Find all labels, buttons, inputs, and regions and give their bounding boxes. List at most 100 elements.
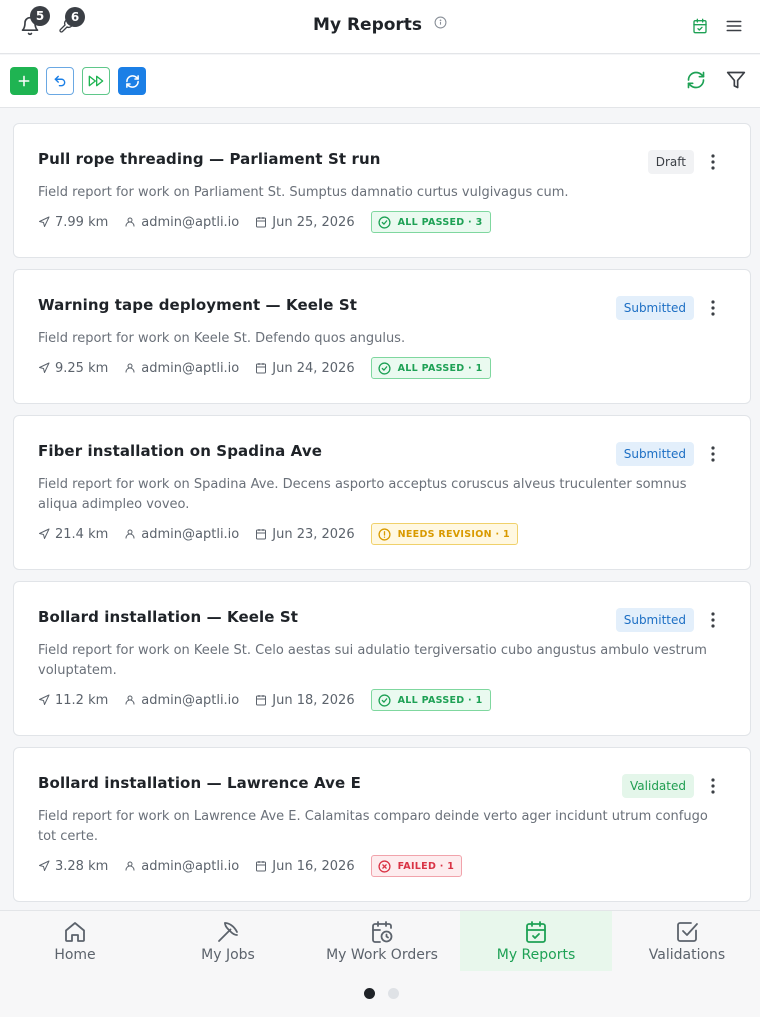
report-date: Jun 25, 2026 <box>255 215 355 230</box>
navigation-arrow-icon <box>39 860 50 871</box>
assignee: admin@aptli.io <box>124 693 239 708</box>
report-description: Field report for work on Keele St. Defen… <box>38 331 406 346</box>
refresh-icon <box>125 74 139 88</box>
hamburger-menu-icon <box>726 20 742 32</box>
calendar-clock-icon <box>372 921 393 943</box>
user-icon <box>125 529 135 539</box>
assignee: admin@aptli.io <box>124 859 239 874</box>
user-icon <box>125 217 135 227</box>
fast-forward-button[interactable] <box>82 67 110 95</box>
status-badge: Draft <box>647 150 694 174</box>
nav-item-home[interactable]: Home <box>0 911 150 971</box>
home-icon <box>65 922 85 942</box>
page-dot[interactable] <box>388 988 399 999</box>
report-date: Jun 24, 2026 <box>255 361 355 376</box>
toolbar <box>0 55 760 108</box>
report-card[interactable]: Bollard installation — Lawrence Ave E Va… <box>13 747 751 902</box>
more-options-button[interactable] <box>710 300 716 316</box>
calendar-icon <box>256 217 267 228</box>
menu-button[interactable] <box>722 14 746 38</box>
nav-item-my-reports[interactable]: My Reports <box>460 911 612 971</box>
kebab-menu-icon <box>711 446 715 462</box>
assignee: admin@aptli.io <box>124 527 239 542</box>
more-options-button[interactable] <box>710 446 716 462</box>
report-title: Bollard installation — Lawrence Ave E <box>38 774 361 792</box>
report-description: Field report for work on Lawrence Ave E.… <box>38 809 708 844</box>
calendar-check-icon <box>526 921 546 943</box>
user-icon <box>125 363 135 373</box>
more-options-button[interactable] <box>710 612 716 628</box>
report-description: Field report for work on Parliament St. … <box>38 185 569 200</box>
report-date: Jun 16, 2026 <box>255 859 355 874</box>
sync-button[interactable] <box>686 70 706 90</box>
kebab-menu-icon <box>711 300 715 316</box>
page-dot-active[interactable] <box>364 988 375 999</box>
distance: 21.4 km <box>38 527 108 542</box>
validation-badge[interactable]: NEEDS REVISION · 1 <box>370 523 518 545</box>
check-circle-icon <box>378 215 391 229</box>
validation-badge[interactable]: ALL PASSED · 1 <box>370 689 491 711</box>
more-options-button[interactable] <box>710 778 716 794</box>
nav-item-my-work-orders[interactable]: My Work Orders <box>307 911 457 971</box>
calendar-icon <box>256 363 267 374</box>
kebab-menu-icon <box>711 154 715 170</box>
status-badge: Submitted <box>615 296 694 320</box>
report-card[interactable]: Fiber installation on Spadina Ave Submit… <box>13 415 751 570</box>
alert-circle-icon <box>378 527 391 541</box>
validation-badge[interactable]: FAILED · 1 <box>370 855 463 877</box>
navigation-arrow-icon <box>39 362 50 373</box>
report-meta: 11.2 km admin@aptli.io Jun 18, 2026 ALL … <box>38 689 491 711</box>
report-date: Jun 18, 2026 <box>255 693 355 708</box>
status-badge: Submitted <box>615 442 694 466</box>
calendar-check-button[interactable] <box>688 14 712 38</box>
kebab-menu-icon <box>711 612 715 628</box>
validation-badge[interactable]: ALL PASSED · 3 <box>370 211 491 233</box>
report-card[interactable]: Bollard installation — Keele St Submitte… <box>13 581 751 736</box>
distance: 7.99 km <box>38 215 108 230</box>
nav-item-validations[interactable]: Validations <box>614 911 760 971</box>
calendar-icon <box>256 695 267 706</box>
report-meta: 21.4 km admin@aptli.io Jun 23, 2026 NEED… <box>38 523 518 545</box>
report-description: Field report for work on Spadina Ave. De… <box>38 477 687 512</box>
page-indicator <box>364 988 412 999</box>
undo-icon <box>54 75 66 87</box>
refresh-button[interactable] <box>118 67 146 95</box>
bottom-navigation: Home My Jobs My Work Orders My Reports V… <box>0 910 760 1017</box>
distance: 9.25 km <box>38 361 108 376</box>
info-icon[interactable] <box>434 14 447 34</box>
navigation-arrow-icon <box>39 528 50 539</box>
user-icon <box>125 861 135 871</box>
report-description: Field report for work on Keele St. Celo … <box>38 643 707 678</box>
app-header: 5 6 My Reports <box>0 0 760 54</box>
report-title: Pull rope threading — Parliament St run <box>38 150 381 168</box>
assignee: admin@aptli.io <box>124 361 239 376</box>
pickaxe-icon <box>218 922 238 942</box>
check-circle-icon <box>378 361 391 375</box>
filter-button[interactable] <box>726 70 746 90</box>
status-badge: Submitted <box>615 608 694 632</box>
report-meta: 9.25 km admin@aptli.io Jun 24, 2026 ALL … <box>38 357 491 379</box>
navigation-arrow-icon <box>39 216 50 227</box>
report-list: Pull rope threading — Parliament St run … <box>0 108 760 910</box>
navigation-arrow-icon <box>39 694 50 705</box>
check-circle-icon <box>378 693 391 707</box>
checkbox-icon <box>677 922 698 942</box>
sync-icon <box>687 71 705 89</box>
report-meta: 3.28 km admin@aptli.io Jun 16, 2026 FAIL… <box>38 855 463 877</box>
distance: 3.28 km <box>38 859 108 874</box>
report-card[interactable]: Warning tape deployment — Keele St Submi… <box>13 269 751 404</box>
distance: 11.2 km <box>38 693 108 708</box>
status-badge: Validated <box>622 774 694 798</box>
add-report-button[interactable] <box>10 67 38 95</box>
page-title: My Reports <box>313 15 423 35</box>
validation-badge[interactable]: ALL PASSED · 1 <box>370 357 491 379</box>
nav-item-my-jobs[interactable]: My Jobs <box>153 911 303 971</box>
calendar-check-icon <box>693 18 707 34</box>
filter-icon <box>726 71 746 89</box>
more-options-button[interactable] <box>710 154 716 170</box>
report-card[interactable]: Pull rope threading — Parliament St run … <box>13 123 751 258</box>
calendar-icon <box>256 529 267 540</box>
plus-icon <box>18 75 30 87</box>
undo-button[interactable] <box>46 67 74 95</box>
report-title: Fiber installation on Spadina Ave <box>38 442 322 460</box>
